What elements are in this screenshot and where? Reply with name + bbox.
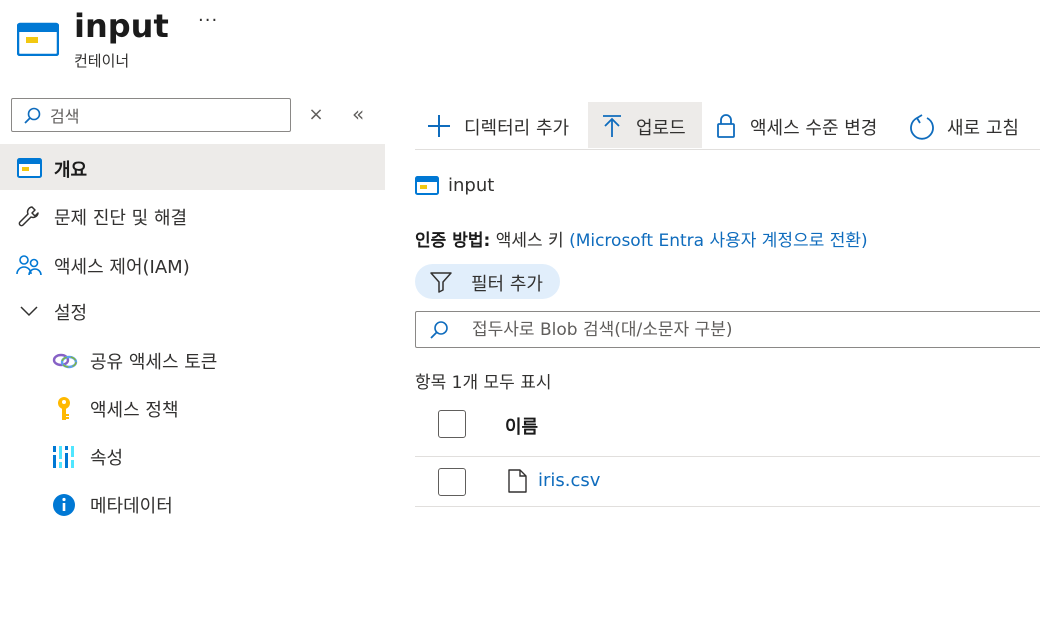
- row-checkbox[interactable]: [438, 468, 466, 496]
- item-count: 항목 1개 모두 표시: [415, 373, 552, 393]
- refresh-label: 새로 고침: [947, 118, 1019, 139]
- page-subtitle: 컨테이너: [74, 52, 130, 70]
- add-filter-label: 필터 추가: [471, 274, 543, 295]
- file-icon: [507, 469, 527, 493]
- page-title: input: [74, 7, 169, 45]
- add-directory-label: 디렉터리 추가: [464, 118, 570, 139]
- more-options-button[interactable]: ···: [198, 10, 218, 31]
- change-access-level-button[interactable]: 액세스 수준 변경: [703, 102, 898, 148]
- column-header-name[interactable]: 이름: [505, 413, 538, 439]
- properties-icon: [52, 444, 76, 468]
- change-access-level-label: 액세스 수준 변경: [750, 118, 878, 139]
- sidebar-item-shared-access-tokens[interactable]: 공유 액세스 토큰: [0, 336, 385, 382]
- container-header-icon: [16, 20, 60, 57]
- filter-icon: [429, 271, 453, 293]
- sidebar-item-label: 설정: [54, 303, 88, 324]
- plus-icon: [426, 113, 452, 139]
- sidebar-item-label: 속성: [90, 448, 124, 469]
- search-icon: [428, 319, 450, 341]
- add-directory-button[interactable]: 디렉터리 추가: [415, 102, 587, 148]
- search-icon: [22, 106, 42, 126]
- auth-method-value: 액세스 키: [495, 231, 564, 251]
- info-icon: [52, 492, 76, 516]
- breadcrumb-container-icon: [415, 176, 439, 196]
- sidebar-item-label: 문제 진단 및 해결: [54, 208, 188, 229]
- switch-auth-link[interactable]: (Microsoft Entra 사용자 계정으로 전환): [569, 231, 868, 251]
- toolbar-divider: [415, 149, 1040, 150]
- upload-label: 업로드: [636, 118, 686, 139]
- blob-search-input[interactable]: [470, 318, 1034, 342]
- sidebar-search-box[interactable]: [11, 98, 291, 132]
- refresh-icon: [908, 113, 934, 140]
- sidebar-item-label: 액세스 제어(IAM): [54, 257, 190, 278]
- collapse-sidebar-button[interactable]: «: [352, 102, 364, 126]
- blob-search-box[interactable]: [415, 311, 1040, 348]
- key-icon: [52, 396, 76, 420]
- sidebar-item-diagnose[interactable]: 문제 진단 및 해결: [0, 192, 385, 238]
- sidebar-item-label: 액세스 정책: [90, 400, 179, 421]
- sidebar-item-metadata[interactable]: 메타데이터: [0, 480, 385, 526]
- clear-search-button[interactable]: ×: [308, 104, 324, 125]
- sidebar-item-properties[interactable]: 속성: [0, 432, 385, 478]
- people-icon: [16, 253, 42, 277]
- breadcrumb: input: [448, 175, 495, 196]
- add-filter-button[interactable]: 필터 추가: [415, 264, 560, 299]
- sidebar-item-label: 개요: [54, 160, 88, 181]
- lock-icon: [713, 113, 739, 139]
- file-name-link[interactable]: iris.csv: [538, 470, 600, 491]
- wrench-icon: [17, 204, 41, 228]
- upload-button[interactable]: 업로드: [588, 102, 702, 148]
- select-all-checkbox[interactable]: [438, 410, 466, 438]
- sidebar-item-overview[interactable]: 개요: [0, 144, 385, 190]
- upload-icon: [599, 113, 625, 139]
- sidebar-search-input[interactable]: [48, 104, 282, 128]
- refresh-button[interactable]: 새로 고침: [899, 102, 1034, 148]
- auth-method: 인증 방법: 액세스 키 (Microsoft Entra 사용자 계정으로 전…: [415, 226, 868, 251]
- container-icon: [17, 157, 42, 181]
- auth-method-label: 인증 방법:: [415, 231, 491, 251]
- sidebar-item-access-policy[interactable]: 액세스 정책: [0, 384, 385, 430]
- table-row[interactable]: iris.csv: [415, 457, 1040, 507]
- sidebar-item-label: 공유 액세스 토큰: [90, 352, 218, 373]
- sidebar-group-settings[interactable]: 설정: [0, 287, 385, 333]
- link-icon: [52, 348, 78, 372]
- sidebar-item-access-control[interactable]: 액세스 제어(IAM): [0, 241, 385, 287]
- chevron-down-icon: [18, 299, 42, 323]
- sidebar-item-label: 메타데이터: [90, 496, 173, 517]
- table-header: 이름: [415, 400, 1040, 457]
